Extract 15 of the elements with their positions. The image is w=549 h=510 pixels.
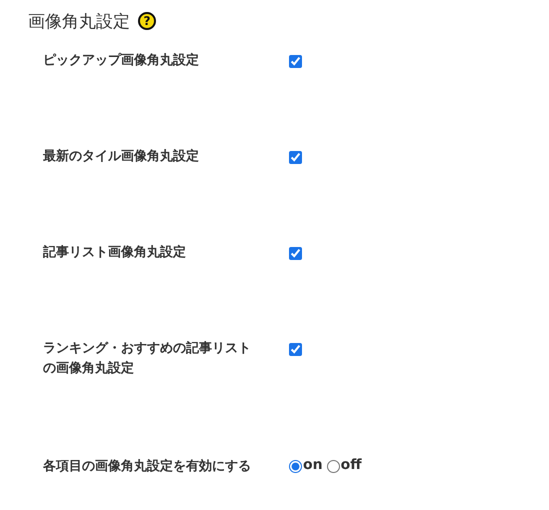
checkbox[interactable]	[289, 151, 302, 164]
setting-label: ピックアップ画像角丸設定	[43, 52, 200, 70]
checkbox[interactable]	[289, 55, 302, 68]
radio-button[interactable]	[289, 460, 302, 473]
radio-button[interactable]	[326, 460, 340, 473]
radio-label[interactable]: on	[303, 457, 323, 473]
checkbox[interactable]	[289, 343, 302, 356]
setting-label: 各項目の画像角丸設定を有効にする	[43, 458, 252, 476]
radio-label[interactable]: off	[340, 457, 362, 473]
setting-label: 最新のタイル画像角丸設定	[43, 148, 200, 166]
help-icon[interactable]: ?	[138, 12, 156, 30]
section-title: 画像角丸設定	[28, 10, 130, 32]
setting-label: ランキング・おすすめの記事リストの画像角丸設定	[43, 340, 252, 378]
setting-label: 記事リスト画像角丸設定	[43, 244, 187, 262]
checkbox[interactable]	[289, 247, 302, 260]
